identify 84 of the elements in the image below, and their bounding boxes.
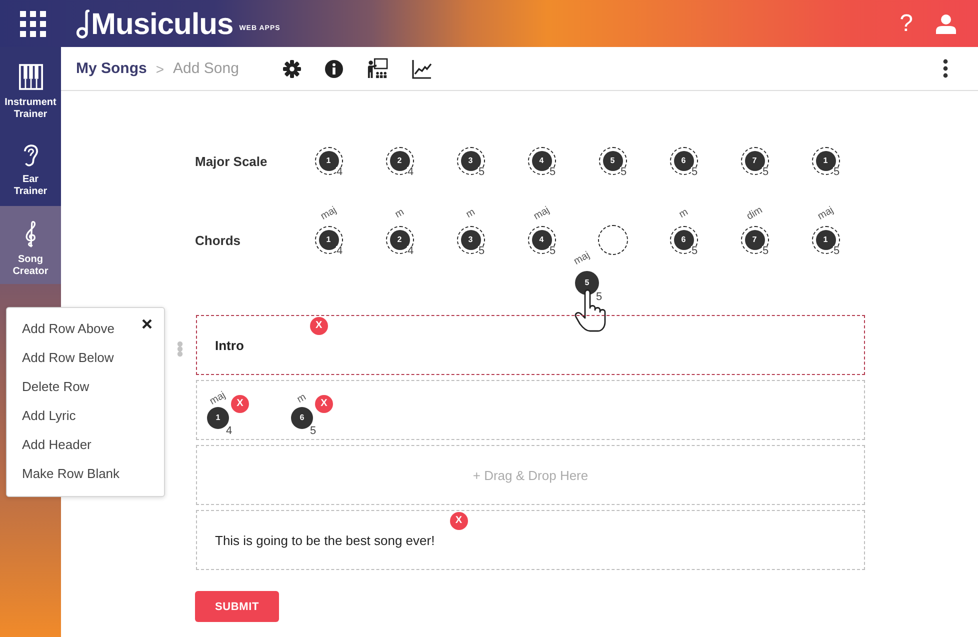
octave-number: 5 bbox=[832, 167, 841, 178]
octave-number: 5 bbox=[620, 167, 628, 178]
menu-item[interactable]: Delete Row bbox=[22, 372, 90, 401]
user-icon[interactable] bbox=[936, 14, 956, 34]
hand-cursor-icon bbox=[574, 288, 607, 333]
octave-number: 5 bbox=[690, 246, 699, 257]
more-menu-icon[interactable] bbox=[943, 59, 948, 78]
note-chip[interactable]: 6 bbox=[674, 230, 694, 250]
row-label: Major Scale bbox=[195, 154, 268, 168]
octave-number: 4 bbox=[336, 167, 344, 178]
drag-handle-icon[interactable] bbox=[177, 341, 183, 357]
note-chip[interactable]: 2 bbox=[390, 230, 410, 250]
sidebar-item[interactable]: Instrument Trainer bbox=[0, 47, 61, 128]
menu-item[interactable]: Add Row Above bbox=[22, 314, 115, 343]
empty-chord-slot[interactable] bbox=[598, 225, 628, 255]
chord-quality: m bbox=[677, 208, 690, 220]
piano-icon bbox=[18, 63, 42, 91]
octave-number: 5 bbox=[832, 246, 841, 257]
note-chip[interactable]: 3 bbox=[460, 230, 480, 250]
octave-number: 4 bbox=[336, 246, 344, 257]
note-chip[interactable]: 7 bbox=[744, 230, 764, 250]
help-button[interactable]: ? bbox=[900, 10, 913, 36]
note-chip[interactable]: 1 bbox=[816, 230, 836, 250]
octave-number: 5 bbox=[762, 246, 770, 257]
octave-number: 4 bbox=[226, 426, 232, 437]
remove-button[interactable]: X bbox=[231, 395, 249, 413]
menu-item[interactable]: Add Header bbox=[22, 430, 92, 459]
menu-item[interactable]: Make Row Blank bbox=[22, 459, 120, 488]
remove-button[interactable]: X bbox=[310, 317, 328, 335]
info-icon[interactable] bbox=[324, 60, 343, 78]
note-chip[interactable]: 1 bbox=[318, 230, 338, 250]
breadcrumb-item: Add Song bbox=[173, 60, 239, 77]
octave-number: 5 bbox=[478, 246, 486, 257]
row-label: Chords bbox=[195, 232, 242, 248]
sidebar-item[interactable]: Ear Trainer bbox=[0, 128, 61, 206]
octave-number: 5 bbox=[310, 426, 316, 437]
sidebar-item[interactable]: Song Creator bbox=[0, 206, 61, 284]
breadcrumb-item[interactable]: My Songs bbox=[76, 60, 147, 77]
note-chip[interactable]: 6 bbox=[674, 151, 694, 171]
chord-quality: maj bbox=[532, 206, 551, 222]
octave-number: 5 bbox=[596, 292, 602, 303]
octave-number: 5 bbox=[762, 167, 770, 178]
chord-quality: maj bbox=[572, 250, 592, 268]
remove-button[interactable]: X bbox=[450, 512, 468, 530]
note-chip[interactable]: 4 bbox=[532, 151, 552, 171]
ear-icon bbox=[21, 142, 40, 168]
breadcrumb-separator: > bbox=[156, 60, 164, 76]
note-chip[interactable]: 2 bbox=[390, 151, 410, 171]
remove-button[interactable]: X bbox=[315, 395, 333, 413]
settings-icon[interactable] bbox=[282, 60, 301, 78]
octave-number: 5 bbox=[690, 167, 699, 178]
brand-name: Musiculus bbox=[91, 8, 234, 40]
octave-number: 4 bbox=[406, 167, 415, 178]
apps-grid-icon[interactable] bbox=[20, 10, 46, 36]
song-row[interactable]: This is going to be the best song ever! X bbox=[196, 510, 865, 570]
octave-number: 5 bbox=[548, 246, 557, 257]
chord-chip[interactable]: 1 bbox=[207, 407, 229, 429]
drop-zone-hint: + Drag & Drop Here bbox=[472, 468, 588, 482]
note-chip[interactable]: 7 bbox=[744, 151, 764, 171]
octave-number: 5 bbox=[478, 167, 486, 178]
chord-quality: dim bbox=[745, 206, 764, 222]
note-chip[interactable]: 4 bbox=[532, 230, 552, 250]
chord-quality: m bbox=[393, 208, 406, 220]
octave-number: 4 bbox=[406, 246, 415, 257]
line-chart-icon[interactable] bbox=[412, 58, 432, 78]
note-icon bbox=[76, 8, 90, 38]
menu-item[interactable]: Add Lyric bbox=[22, 401, 76, 430]
chord-quality: m bbox=[296, 392, 308, 406]
menu-item[interactable]: Add Row Below bbox=[22, 343, 114, 372]
note-chip[interactable]: 5 bbox=[602, 151, 622, 171]
section-header: Intro bbox=[215, 338, 244, 352]
lyric-text: This is going to be the best song ever! bbox=[215, 532, 435, 548]
chord-quality: m bbox=[464, 208, 477, 220]
close-icon[interactable] bbox=[142, 319, 152, 329]
submit-button[interactable]: SUBMIT bbox=[195, 591, 279, 622]
chord-quality: maj bbox=[816, 206, 835, 222]
note-chip[interactable]: 3 bbox=[460, 151, 480, 171]
note-chip[interactable]: 1 bbox=[318, 151, 338, 171]
octave-number: 5 bbox=[548, 167, 557, 178]
presentation-icon[interactable] bbox=[366, 58, 388, 79]
note-chip[interactable]: 1 bbox=[816, 151, 836, 171]
chord-quality: maj bbox=[319, 206, 338, 222]
chord-quality: maj bbox=[208, 390, 228, 408]
song-row[interactable]: maj 1 4 X m 6 5 X bbox=[196, 380, 865, 440]
